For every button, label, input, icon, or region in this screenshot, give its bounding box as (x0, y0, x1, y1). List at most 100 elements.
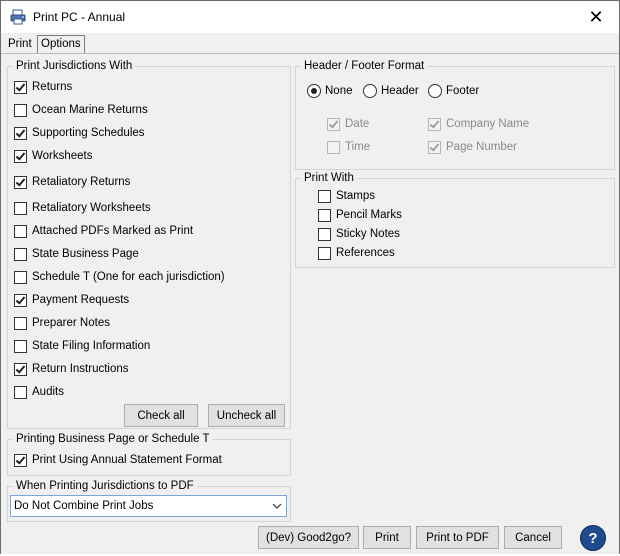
print-with-label: Sticky Notes (336, 228, 400, 240)
window-title: Print PC - Annual (33, 10, 126, 24)
checkbox-box (14, 316, 27, 330)
checkbox-box (318, 189, 331, 203)
print-with-label: Stamps (336, 190, 375, 202)
radio-circle (307, 84, 321, 98)
pdf-combine-select[interactable]: Do Not Combine Print Jobs (10, 495, 287, 517)
close-icon: ✕ (588, 6, 604, 27)
uncheck-all-button[interactable]: Uncheck all (208, 404, 285, 427)
print-with-group-title: Print With (301, 172, 357, 185)
print-with-checkbox[interactable]: Sticky Notes (318, 226, 400, 242)
jurisdiction-label: Ocean Marine Returns (32, 104, 148, 116)
checkbox-box (14, 453, 27, 467)
checkbox-box (327, 117, 340, 131)
annual-format-label: Print Using Annual Statement Format (32, 454, 222, 466)
print-with-label: Pencil Marks (336, 209, 402, 221)
jurisdiction-label: Retaliatory Worksheets (32, 202, 151, 214)
jurisdiction-checkbox[interactable]: Attached PDFs Marked as Print (14, 223, 193, 239)
jurisdiction-checkbox[interactable]: State Filing Information (14, 338, 150, 354)
company-name-checkbox[interactable]: Company Name (428, 116, 529, 132)
title-bar: Print PC - Annual ✕ (1, 1, 619, 33)
checkbox-box (428, 117, 441, 131)
time-label: Time (345, 141, 371, 153)
checkbox-box (327, 140, 340, 154)
date-label: Date (345, 118, 370, 130)
pdf-group-title: When Printing Jurisdictions to PDF (13, 480, 197, 493)
close-button[interactable]: ✕ (573, 1, 619, 33)
checkbox-box (14, 126, 27, 140)
jurisdiction-checkbox[interactable]: State Business Page (14, 246, 139, 262)
jurisdiction-checkbox[interactable]: Payment Requests (14, 292, 129, 308)
jurisdictions-group-title: Print Jurisdictions With (13, 60, 136, 73)
print-with-label: References (336, 247, 395, 259)
business-page-group-title: Printing Business Page or Schedule T (13, 433, 213, 446)
jurisdiction-label: Return Instructions (32, 363, 129, 375)
radio-none[interactable]: None (307, 83, 353, 99)
tab-print[interactable]: Print (5, 36, 35, 52)
print-to-pdf-button[interactable]: Print to PDF (416, 526, 499, 549)
checkbox-box (14, 80, 27, 94)
radio-footer[interactable]: Footer (428, 83, 479, 99)
button-bar: (Dev) Good2go? Print Print to PDF Cancel… (1, 520, 619, 555)
jurisdiction-checkbox[interactable]: Preparer Notes (14, 315, 110, 331)
annual-format-checkbox[interactable]: Print Using Annual Statement Format (14, 452, 222, 468)
checkbox-box (318, 208, 331, 222)
checkbox-box (14, 247, 27, 261)
jurisdiction-label: Audits (32, 386, 64, 398)
jurisdiction-checkbox[interactable]: Schedule T (One for each jurisdiction) (14, 269, 225, 285)
tab-options[interactable]: Options (37, 35, 85, 53)
pdf-combine-value: Do Not Combine Print Jobs (14, 500, 154, 512)
jurisdiction-label: Schedule T (One for each jurisdiction) (32, 271, 225, 283)
jurisdiction-label: Preparer Notes (32, 317, 110, 329)
page-number-label: Page Number (446, 141, 517, 153)
checkbox-box (14, 339, 27, 353)
radio-footer-label: Footer (446, 85, 480, 97)
print-button[interactable]: Print (363, 526, 411, 549)
radio-none-label: None (325, 85, 353, 97)
checkbox-box (14, 175, 27, 189)
print-dialog: Print PC - Annual ✕ Print Options Print … (0, 0, 620, 556)
checkbox-box (14, 385, 27, 399)
jurisdiction-label: Payment Requests (32, 294, 130, 306)
jurisdiction-label: State Filing Information (32, 340, 151, 352)
jurisdiction-label: Supporting Schedules (32, 127, 145, 139)
dev-good2go-button[interactable]: (Dev) Good2go? (258, 526, 359, 549)
print-with-checkbox[interactable]: Pencil Marks (318, 207, 402, 223)
chevron-down-icon (268, 503, 286, 509)
jurisdiction-checkbox[interactable]: Audits (14, 384, 64, 400)
checkbox-box (14, 293, 27, 307)
checkbox-box (428, 140, 441, 154)
jurisdiction-checkbox[interactable]: Supporting Schedules (14, 125, 145, 141)
checkbox-box (14, 201, 27, 215)
jurisdiction-checkbox[interactable]: Returns (14, 79, 72, 95)
check-all-button[interactable]: Check all (124, 404, 198, 427)
checkbox-box (318, 227, 331, 241)
options-panel: Print Jurisdictions With Returns Ocean Ma… (1, 53, 619, 522)
date-checkbox[interactable]: Date (327, 116, 369, 132)
jurisdiction-checkbox[interactable]: Return Instructions (14, 361, 129, 377)
tab-strip: Print Options (1, 34, 619, 54)
radio-header[interactable]: Header (363, 83, 419, 99)
jurisdiction-checkbox[interactable]: Retaliatory Returns (14, 174, 130, 190)
checkbox-box (14, 224, 27, 238)
jurisdiction-checkbox[interactable]: Retaliatory Worksheets (14, 200, 151, 216)
page-number-checkbox[interactable]: Page Number (428, 139, 517, 155)
print-with-checkbox[interactable]: Stamps (318, 188, 375, 204)
jurisdiction-checkbox[interactable]: Ocean Marine Returns (14, 102, 148, 118)
checkbox-box (318, 246, 331, 260)
help-icon[interactable]: ? (580, 525, 606, 551)
jurisdiction-label: Retaliatory Returns (32, 176, 131, 188)
time-checkbox[interactable]: Time (327, 139, 370, 155)
header-footer-group-title: Header / Footer Format (301, 60, 428, 73)
company-name-label: Company Name (446, 118, 530, 130)
cancel-button[interactable]: Cancel (504, 526, 562, 549)
jurisdiction-checkbox[interactable]: Worksheets (14, 148, 93, 164)
radio-circle (428, 84, 442, 98)
checkbox-box (14, 103, 27, 117)
checkbox-box (14, 149, 27, 163)
jurisdiction-label: Attached PDFs Marked as Print (32, 225, 194, 237)
jurisdiction-label: Worksheets (32, 150, 93, 162)
jurisdiction-label: Returns (32, 81, 73, 93)
checkbox-box (14, 362, 27, 376)
print-with-checkbox[interactable]: References (318, 245, 395, 261)
radio-circle (363, 84, 377, 98)
